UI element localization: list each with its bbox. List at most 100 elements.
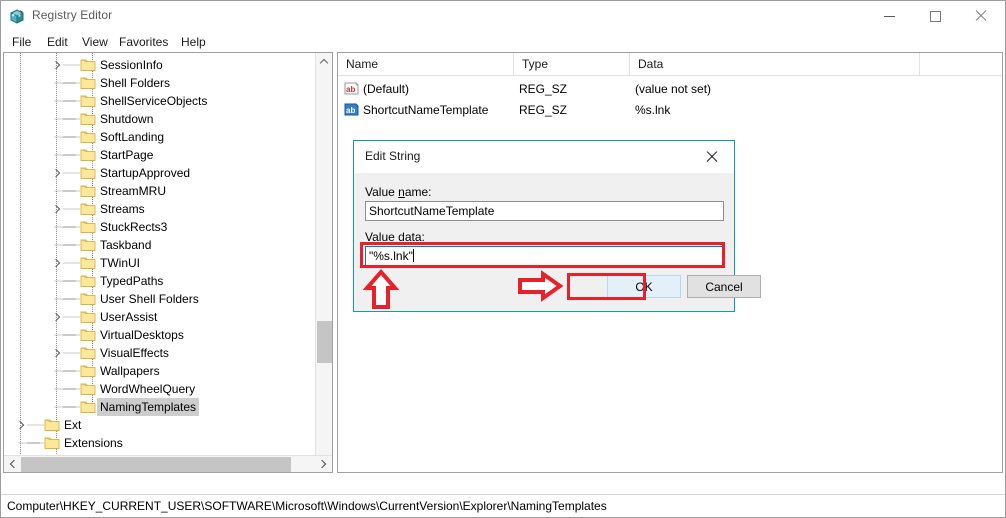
up-arrow-annotation — [362, 268, 400, 309]
folder-icon — [80, 364, 96, 378]
tree-connector-stub — [63, 290, 80, 308]
tree-item-sessioninfo[interactable]: SessionInfo — [4, 56, 314, 74]
svg-text:ab: ab — [346, 85, 355, 94]
cancel-button[interactable]: Cancel — [687, 275, 761, 298]
tree-item-label: StartPage — [100, 148, 154, 162]
tree-item-label: Taskband — [100, 238, 152, 252]
maximize-icon — [929, 10, 941, 22]
tree-item-stuckrects3[interactable]: StuckRects3 — [4, 218, 314, 236]
tree-connector-stub — [63, 362, 80, 380]
tree-item-startpage[interactable]: StartPage — [4, 146, 314, 164]
value-type: REG_SZ — [519, 103, 568, 117]
tree-item-namingtemplates[interactable]: NamingTemplates — [4, 398, 314, 416]
menu-file[interactable]: File — [7, 34, 36, 50]
value-data-field[interactable]: "%s.lnk" — [365, 246, 724, 266]
tree-horizontal-scrollbar[interactable] — [4, 455, 332, 472]
column-header-type[interactable]: Type — [514, 53, 630, 75]
folder-icon — [80, 76, 96, 90]
tree-item-label: WordWheelQuery — [100, 382, 196, 396]
tree-connector-stub — [63, 326, 80, 344]
folder-icon — [80, 328, 96, 342]
tree-item-taskband[interactable]: Taskband — [4, 236, 314, 254]
dialog-title: Edit String — [365, 149, 421, 163]
tree-connector-stub — [63, 272, 80, 290]
minimize-button[interactable] — [866, 1, 912, 31]
expand-chevron-icon[interactable] — [50, 254, 63, 272]
expand-chevron-icon[interactable] — [50, 308, 63, 326]
tree-item-streammru[interactable]: StreamMRU — [4, 182, 314, 200]
column-header-name[interactable]: Name — [338, 53, 514, 75]
value-row[interactable]: ab (Default) REG_SZ (value not set) — [338, 79, 1002, 100]
string-value-default-icon: ab — [344, 82, 359, 96]
value-data: (value not set) — [635, 82, 712, 96]
tree-item-shutdown[interactable]: Shutdown — [4, 110, 314, 128]
tree-item-user-shell-folders[interactable]: User Shell Folders — [4, 290, 314, 308]
tree-item-visualeffects[interactable]: VisualEffects — [4, 344, 314, 362]
expand-chevron-icon[interactable] — [50, 200, 63, 218]
tree-item-typedpaths[interactable]: TypedPaths — [4, 272, 314, 290]
scroll-right-button[interactable] — [315, 456, 332, 472]
tree-item-label: StartupApproved — [100, 166, 191, 180]
expand-chevron-icon[interactable] — [50, 56, 63, 74]
right-arrow-annotation — [518, 270, 564, 302]
tree-item-label: SoftLanding — [100, 130, 165, 144]
menu-edit[interactable]: Edit — [42, 34, 73, 50]
tree-item-userassist[interactable]: UserAssist — [4, 308, 314, 326]
tree-item-shell-folders[interactable]: Shell Folders — [4, 74, 314, 92]
chevron-right-icon — [51, 348, 60, 358]
scroll-up-button[interactable] — [316, 53, 332, 70]
tree-item-twinui[interactable]: TWinUI — [4, 254, 314, 272]
tree-connector-stub — [27, 416, 44, 434]
folder-icon — [80, 148, 96, 162]
maximize-button[interactable] — [912, 1, 958, 31]
expand-chevron-icon[interactable] — [50, 344, 63, 362]
tree-item-extensions[interactable]: Extensions — [4, 434, 314, 452]
tree-connector-stub — [63, 254, 80, 272]
tree-item-wordwheelquery[interactable]: WordWheelQuery — [4, 380, 314, 398]
menu-help[interactable]: Help — [176, 34, 211, 50]
tree-item-label: VisualEffects — [100, 346, 169, 360]
tree-hscrollbar-thumb[interactable] — [21, 457, 291, 472]
tree-item-label: Extensions — [64, 436, 123, 450]
tree-item-label: StreamMRU — [100, 184, 167, 198]
value-name-field[interactable]: ShortcutNameTemplate — [365, 201, 724, 221]
column-header-data[interactable]: Data — [630, 53, 920, 75]
column-header-spacer[interactable] — [920, 53, 1002, 75]
tree-item-streams[interactable]: Streams — [4, 200, 314, 218]
tree-item-shellserviceobjects[interactable]: ShellServiceObjects — [4, 92, 314, 110]
tree-item-label: NamingTemplates — [97, 398, 200, 416]
chevron-left-icon — [9, 459, 19, 469]
ok-button[interactable]: OK — [607, 275, 681, 298]
tree-connector-stub — [63, 164, 80, 182]
folder-icon — [44, 436, 60, 450]
tree-item-label: TWinUI — [100, 256, 140, 270]
tree-item-virtualdesktops[interactable]: VirtualDesktops — [4, 326, 314, 344]
dialog-close-button[interactable] — [690, 141, 734, 172]
scroll-left-button[interactable] — [4, 456, 21, 472]
folder-icon — [80, 274, 96, 288]
value-data: %s.lnk — [635, 103, 671, 117]
tree-vertical-scrollbar[interactable] — [315, 53, 332, 472]
registry-tree[interactable]: SessionInfo Shell Folders ShellServiceObje… — [4, 53, 314, 472]
tree-connector-stub — [63, 146, 80, 164]
tree-item-wallpapers[interactable]: Wallpapers — [4, 362, 314, 380]
tree-item-ext[interactable]: Ext — [4, 416, 314, 434]
tree-item-startupapproved[interactable]: StartupApproved — [4, 164, 314, 182]
menu-view[interactable]: View — [77, 34, 113, 50]
registry-tree-pane[interactable]: SessionInfo Shell Folders ShellServiceObje… — [3, 52, 333, 473]
close-icon — [975, 10, 987, 22]
menu-favorites[interactable]: Favorites — [114, 34, 173, 50]
tree-scrollbar-thumb[interactable] — [317, 321, 332, 363]
folder-icon — [80, 202, 96, 216]
status-path: Computer\HKEY_CURRENT_USER\SOFTWARE\Micr… — [7, 499, 607, 513]
chevron-right-icon — [51, 168, 60, 178]
expand-chevron-icon[interactable] — [50, 164, 63, 182]
tree-item-label: SessionInfo — [100, 58, 163, 72]
tree-item-softlanding[interactable]: SoftLanding — [4, 128, 314, 146]
close-button[interactable] — [958, 1, 1004, 31]
value-data-label: Value data: — [365, 230, 425, 244]
value-row[interactable]: ab ShortcutNameTemplate REG_SZ %s.lnk — [338, 100, 1002, 121]
folder-icon — [80, 256, 96, 270]
tree-connector-stub — [63, 218, 80, 236]
expand-chevron-icon[interactable] — [14, 416, 27, 434]
